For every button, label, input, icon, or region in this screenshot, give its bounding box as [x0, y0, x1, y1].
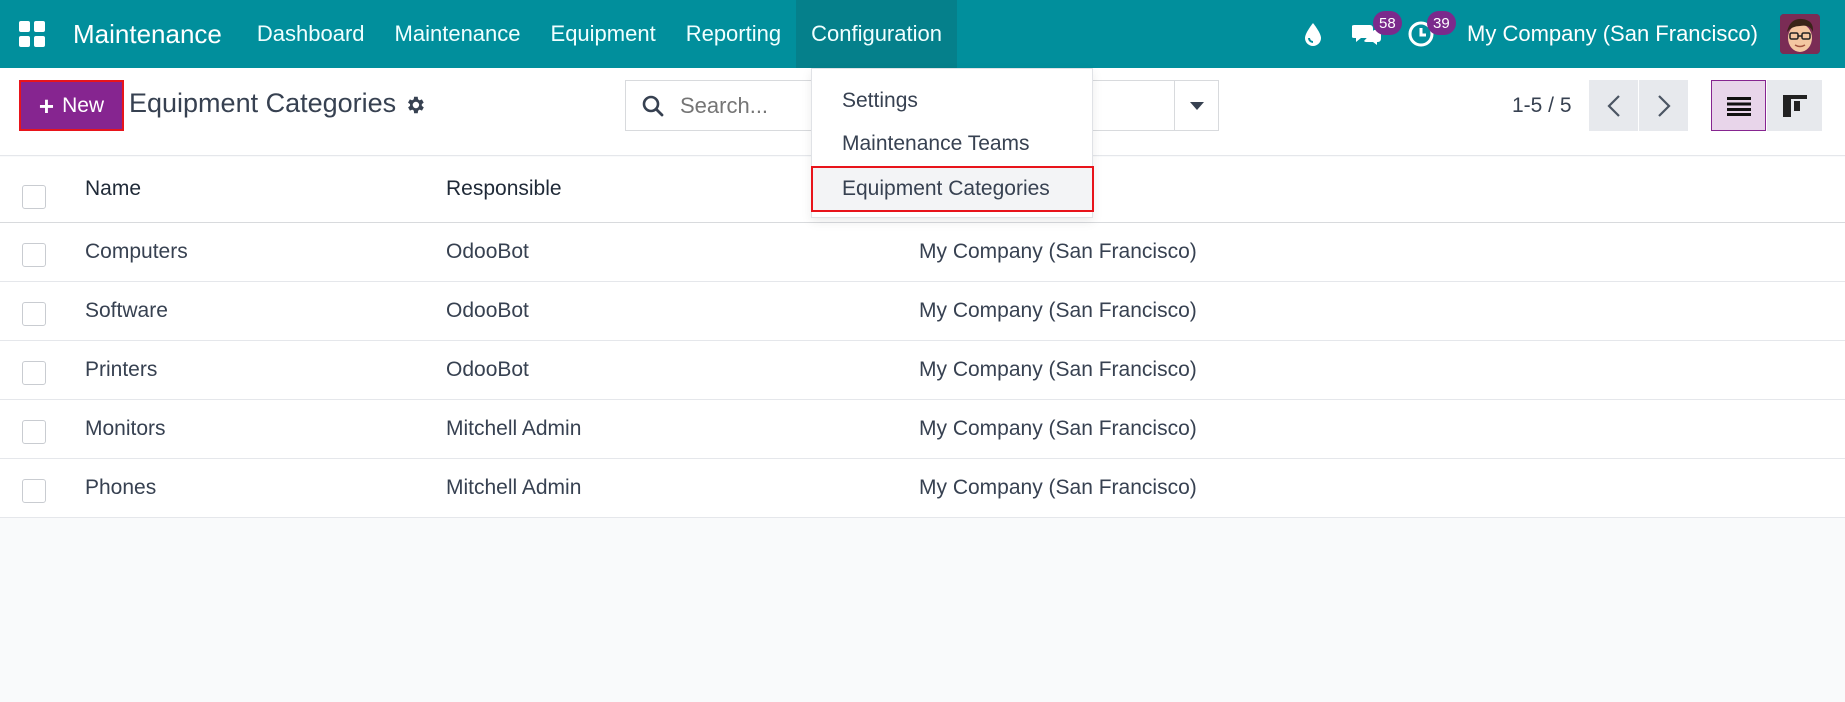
water-drop-icon[interactable] — [1289, 0, 1337, 68]
list-view-button[interactable] — [1711, 80, 1766, 131]
systray: 58 39 My Company (San Francisco) — [1289, 0, 1845, 68]
row-checkbox[interactable] — [22, 479, 46, 503]
dropdown-item-equipment-categories[interactable]: Equipment Categories — [811, 166, 1094, 212]
menu-equipment[interactable]: Equipment — [536, 0, 671, 68]
menu-configuration[interactable]: Configuration — [796, 0, 957, 68]
top-navbar: Maintenance Dashboard Maintenance Equipm… — [0, 0, 1845, 68]
dropdown-item-maintenance-teams[interactable]: Maintenance Teams — [842, 132, 1030, 156]
search-icon[interactable] — [626, 94, 680, 118]
column-header-responsible[interactable]: Responsible — [446, 177, 562, 201]
row-checkbox[interactable] — [22, 361, 46, 385]
kanban-view-button[interactable] — [1767, 80, 1822, 131]
activity-clock-icon[interactable]: 39 — [1397, 0, 1456, 68]
menu-dashboard[interactable]: Dashboard — [242, 0, 380, 68]
pager-next-button[interactable] — [1639, 80, 1688, 131]
cell-name: Computers — [85, 240, 188, 263]
row-checkbox[interactable] — [22, 302, 46, 326]
gear-icon[interactable] — [404, 94, 426, 121]
column-header-name[interactable]: Name — [85, 177, 141, 201]
configuration-dropdown: Settings Maintenance Teams Equipment Cat… — [811, 68, 1094, 218]
company-switcher[interactable]: My Company (San Francisco) — [1467, 21, 1758, 47]
row-checkbox[interactable] — [22, 243, 46, 267]
caret-down-icon — [1189, 101, 1204, 110]
cell-responsible: Mitchell Admin — [446, 417, 582, 440]
search-options-toggle[interactable] — [1174, 81, 1218, 130]
cell-responsible: Mitchell Admin — [446, 476, 582, 499]
cell-company: My Company (San Francisco) — [919, 476, 1197, 499]
cell-company: My Company (San Francisco) — [919, 299, 1197, 322]
table-row[interactable]: Monitors Mitchell Admin My Company (San … — [0, 400, 1845, 459]
activities-badge: 39 — [1427, 11, 1456, 35]
table-row[interactable]: Printers OdooBot My Company (San Francis… — [0, 341, 1845, 400]
pager-value[interactable]: 1-5 / 5 — [1512, 94, 1572, 118]
page-title: Equipment Categories — [129, 88, 397, 118]
new-button-label: New — [62, 93, 105, 117]
user-avatar[interactable] — [1780, 14, 1820, 54]
plus-icon: + — [38, 90, 55, 121]
table-row[interactable]: Computers OdooBot My Company (San Franci… — [0, 223, 1845, 282]
cell-name: Monitors — [85, 417, 166, 440]
cell-name: Phones — [85, 476, 157, 499]
cell-company: My Company (San Francisco) — [919, 417, 1197, 440]
cell-responsible: OdooBot — [446, 299, 529, 322]
select-all-checkbox[interactable] — [22, 185, 46, 209]
new-button[interactable]: + New — [19, 80, 124, 131]
kanban-view-icon — [1782, 94, 1807, 117]
cell-company: My Company (San Francisco) — [919, 240, 1197, 263]
apps-menu-icon[interactable] — [0, 0, 64, 68]
cell-responsible: OdooBot — [446, 240, 529, 263]
app-brand[interactable]: Maintenance — [73, 19, 222, 50]
menu-maintenance[interactable]: Maintenance — [380, 0, 536, 68]
menu-reporting[interactable]: Reporting — [671, 0, 796, 68]
table-row[interactable]: Phones Mitchell Admin My Company (San Fr… — [0, 459, 1845, 518]
chat-messages-icon[interactable]: 58 — [1343, 0, 1402, 68]
list-view-icon — [1726, 96, 1751, 116]
chevron-left-icon — [1606, 94, 1620, 117]
cell-name: Software — [85, 299, 168, 322]
table-row[interactable]: Software OdooBot My Company (San Francis… — [0, 282, 1845, 341]
chevron-right-icon — [1657, 94, 1671, 117]
cell-company: My Company (San Francisco) — [919, 358, 1197, 381]
row-checkbox[interactable] — [22, 420, 46, 444]
cell-name: Printers — [85, 358, 158, 381]
pager-previous-button[interactable] — [1589, 80, 1638, 131]
cell-responsible: OdooBot — [446, 358, 529, 381]
dropdown-item-settings[interactable]: Settings — [842, 89, 918, 113]
